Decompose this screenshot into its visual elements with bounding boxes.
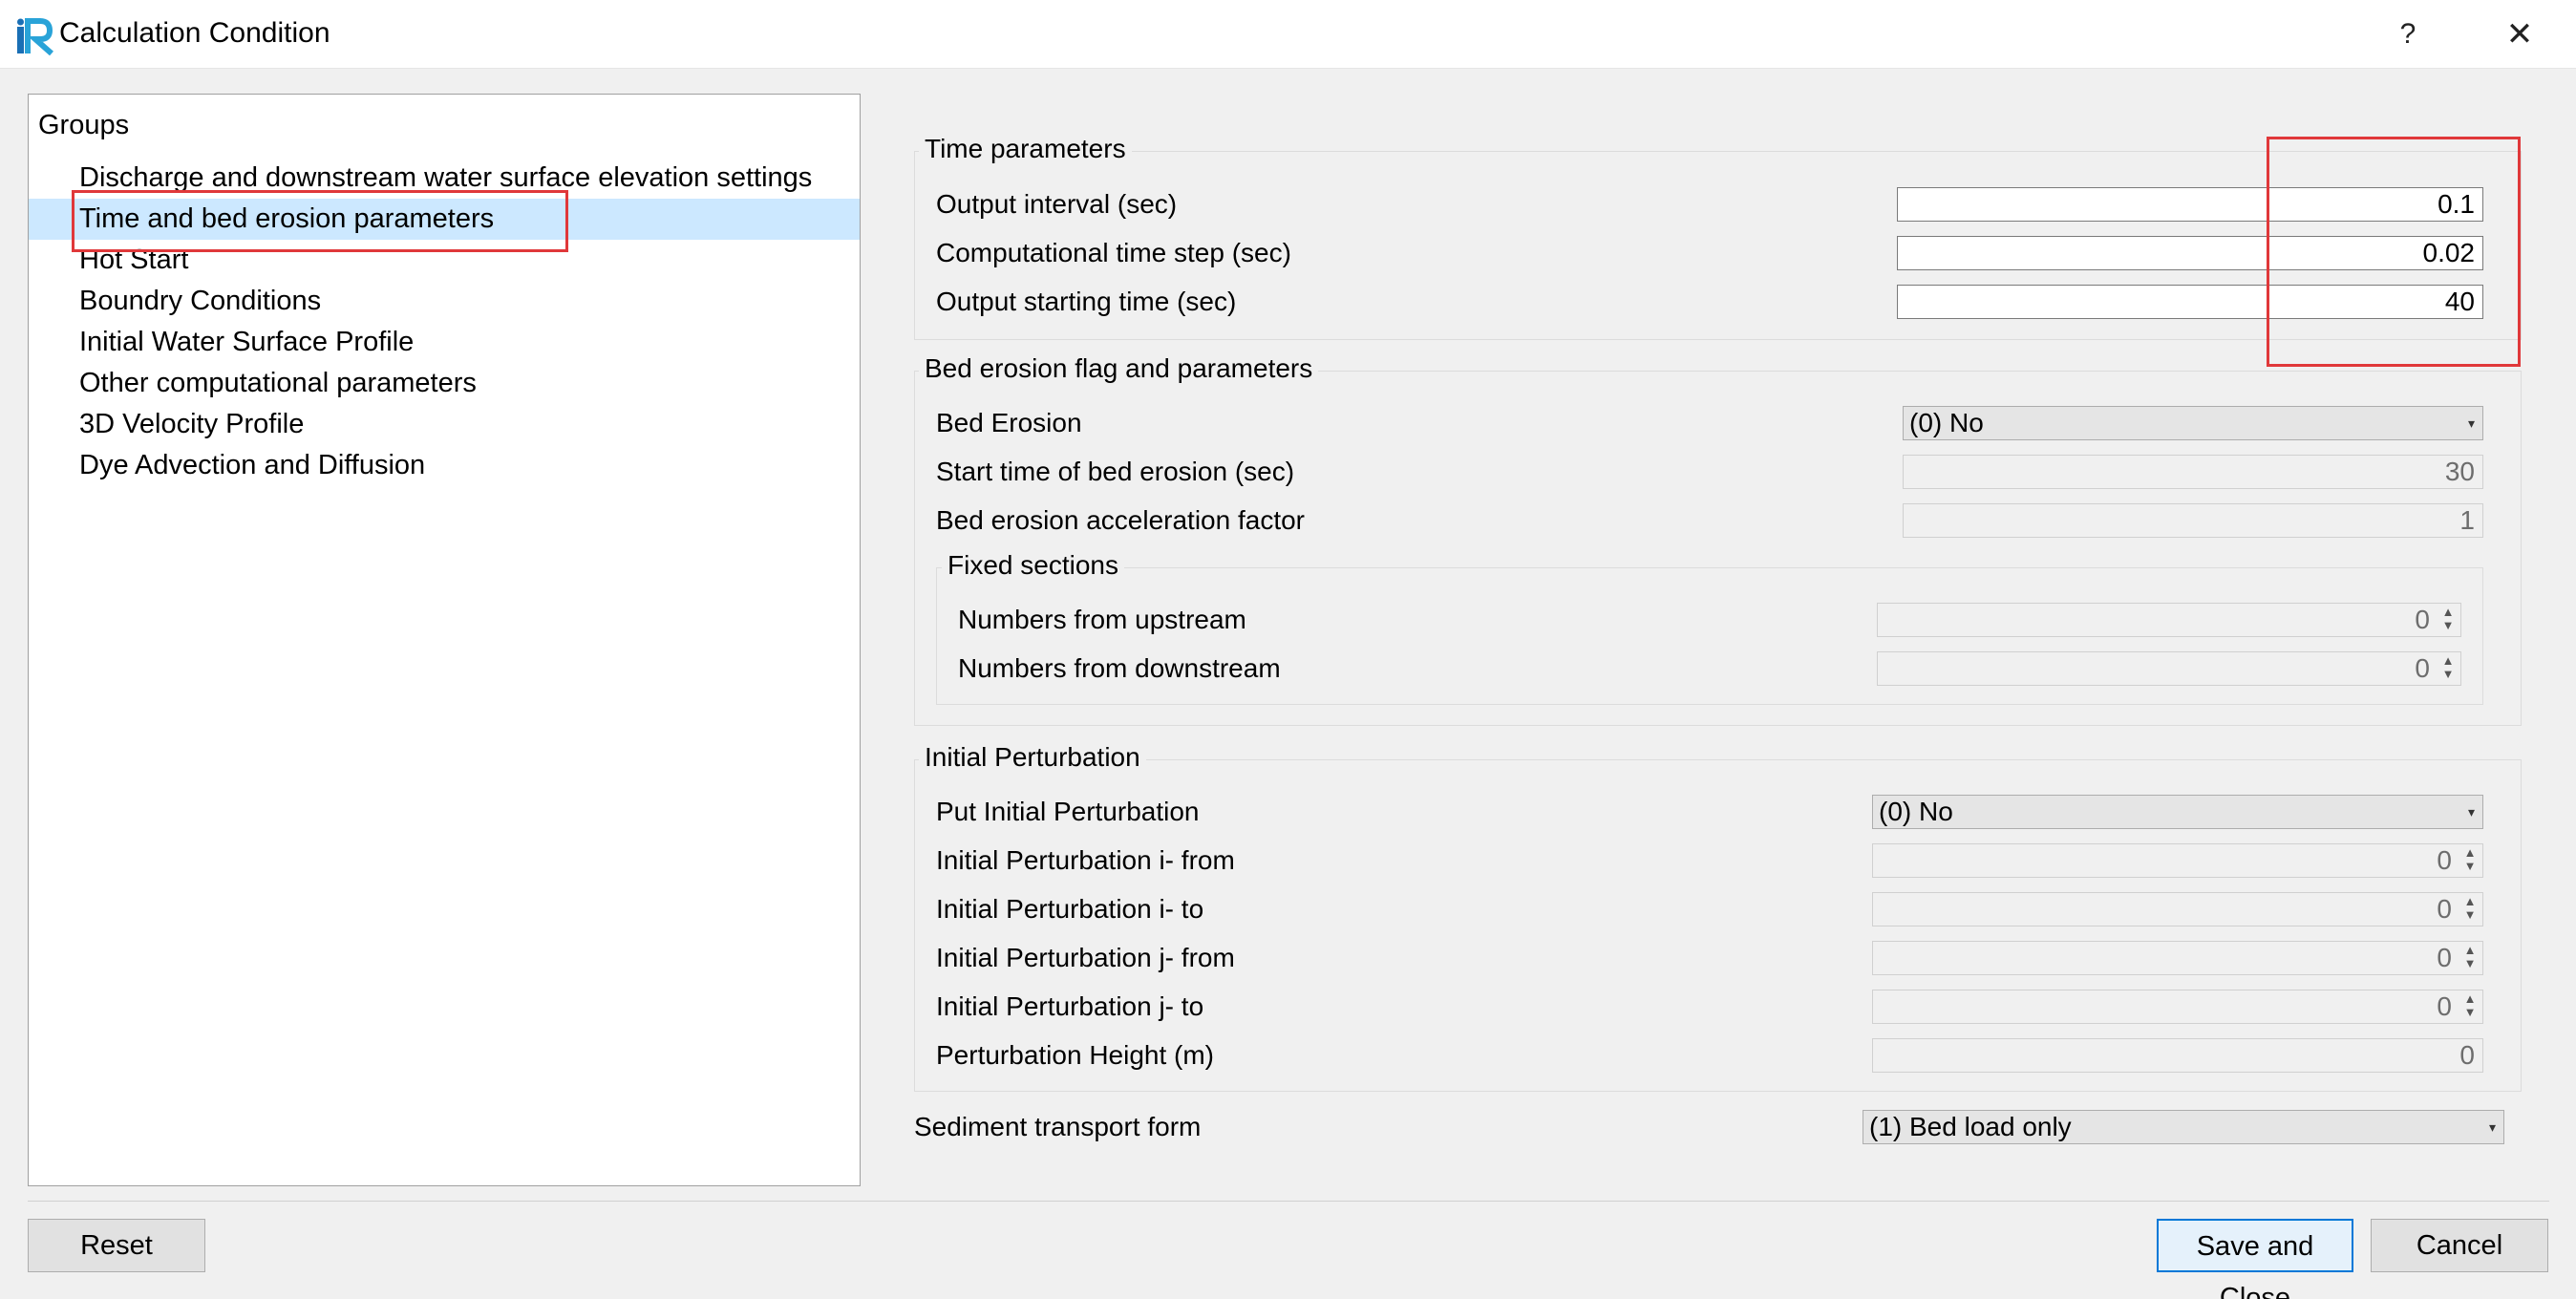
reset-button[interactable]: Reset (28, 1219, 205, 1272)
group-item-discharge[interactable]: Discharge and downstream water surface e… (29, 158, 860, 199)
start-time-input[interactable]: 40 (1897, 285, 2483, 319)
bed-erosion-start-label: Start time of bed erosion (sec) (936, 457, 1295, 486)
sediment-transport-label: Sediment transport form (914, 1112, 1202, 1141)
upstream-label: Numbers from upstream (958, 605, 1246, 634)
put-perturbation-select[interactable]: (0) No ▾ (1872, 795, 2483, 829)
upstream-spinbox[interactable]: 0 ▲ ▼ (1877, 603, 2461, 637)
iric-logo-icon (17, 18, 53, 55)
time-step-label: Computational time step (sec) (936, 238, 1291, 267)
perturbation-height-label: Perturbation Height (m) (936, 1040, 1215, 1070)
downstream-spinbox[interactable]: 0 ▲ ▼ (1877, 651, 2461, 686)
group-item-hot-start[interactable]: Hot Start (29, 240, 860, 281)
put-perturbation-value: (0) No (1879, 797, 1953, 826)
dropdown-arrow-icon: ▾ (2488, 1119, 2496, 1135)
time-parameters-title: Time parameters (919, 134, 1132, 164)
settings-panel: Time parameters Output interval (sec) 0.… (898, 94, 2541, 1186)
group-item-dye-advection[interactable]: Dye Advection and Diffusion (29, 445, 860, 486)
j-from-value: 0 (2437, 943, 2452, 972)
i-from-spinbox[interactable]: 0 ▲ ▼ (1872, 843, 2483, 878)
group-item-other-parameters[interactable]: Other computational parameters (29, 363, 860, 404)
spin-arrows-icon[interactable]: ▲ ▼ (2438, 654, 2459, 683)
help-button[interactable]: ? (2388, 8, 2428, 61)
group-item-3d-velocity[interactable]: 3D Velocity Profile (29, 404, 860, 445)
j-to-label: Initial Perturbation j- to (936, 991, 1204, 1021)
spin-arrows-icon[interactable]: ▲ ▼ (2438, 606, 2459, 634)
cancel-button[interactable]: Cancel (2371, 1219, 2548, 1272)
spin-arrows-icon[interactable]: ▲ ▼ (2459, 895, 2480, 924)
dropdown-arrow-icon: ▾ (2467, 415, 2475, 431)
time-step-input[interactable]: 0.02 (1897, 236, 2483, 270)
groups-header: Groups (38, 110, 130, 140)
i-from-value: 0 (2437, 845, 2452, 875)
j-to-value: 0 (2437, 991, 2452, 1021)
upstream-value: 0 (2415, 605, 2430, 634)
bed-erosion-start-input[interactable]: 30 (1903, 455, 2483, 489)
group-item-time-bed-erosion[interactable]: Time and bed erosion parameters (29, 199, 860, 240)
acceleration-factor-input[interactable]: 1 (1903, 503, 2483, 538)
group-item-boundary-conditions[interactable]: Boundry Conditions (29, 281, 860, 322)
i-from-label: Initial Perturbation i- from (936, 845, 1235, 875)
perturbation-height-input[interactable]: 0 (1872, 1038, 2483, 1073)
spin-arrows-icon[interactable]: ▲ ▼ (2459, 846, 2480, 875)
sediment-transport-value: (1) Bed load only (1869, 1112, 2072, 1141)
footer-separator (28, 1201, 2549, 1202)
spin-arrows-icon[interactable]: ▲ ▼ (2459, 944, 2480, 972)
acceleration-factor-label: Bed erosion acceleration factor (936, 505, 1305, 535)
j-from-spinbox[interactable]: 0 ▲ ▼ (1872, 941, 2483, 975)
window-title: Calculation Condition (59, 17, 330, 49)
j-from-label: Initial Perturbation j- from (936, 943, 1235, 972)
bed-erosion-title: Bed erosion flag and parameters (919, 353, 1319, 384)
perturbation-title: Initial Perturbation (919, 742, 1146, 773)
i-to-spinbox[interactable]: 0 ▲ ▼ (1872, 892, 2483, 926)
i-to-value: 0 (2437, 894, 2452, 924)
i-to-label: Initial Perturbation i- to (936, 894, 1204, 924)
start-time-label: Output starting time (sec) (936, 287, 1237, 316)
j-to-spinbox[interactable]: 0 ▲ ▼ (1872, 990, 2483, 1024)
downstream-value: 0 (2415, 653, 2430, 683)
bed-erosion-select[interactable]: (0) No ▾ (1903, 406, 2483, 440)
dropdown-arrow-icon: ▾ (2467, 804, 2475, 820)
save-and-close-button[interactable]: Save and Close (2157, 1219, 2353, 1299)
sediment-transport-select[interactable]: (1) Bed load only ▾ (1863, 1110, 2504, 1144)
output-interval-label: Output interval (sec) (936, 189, 1178, 219)
spin-arrows-icon[interactable]: ▲ ▼ (2459, 992, 2480, 1021)
put-perturbation-label: Put Initial Perturbation (936, 797, 1200, 826)
output-interval-input[interactable]: 0.1 (1897, 187, 2483, 222)
group-item-initial-water-surface[interactable]: Initial Water Surface Profile (29, 322, 860, 363)
fixed-sections-title: Fixed sections (942, 550, 1124, 581)
groups-tree[interactable]: Groups Discharge and downstream water su… (28, 94, 861, 1186)
downstream-label: Numbers from downstream (958, 653, 1281, 683)
title-bar: Calculation Condition ? ✕ (0, 0, 2576, 69)
bed-erosion-label: Bed Erosion (936, 408, 1082, 437)
bed-erosion-value: (0) No (1909, 408, 1984, 437)
close-button[interactable]: ✕ (2493, 8, 2546, 61)
